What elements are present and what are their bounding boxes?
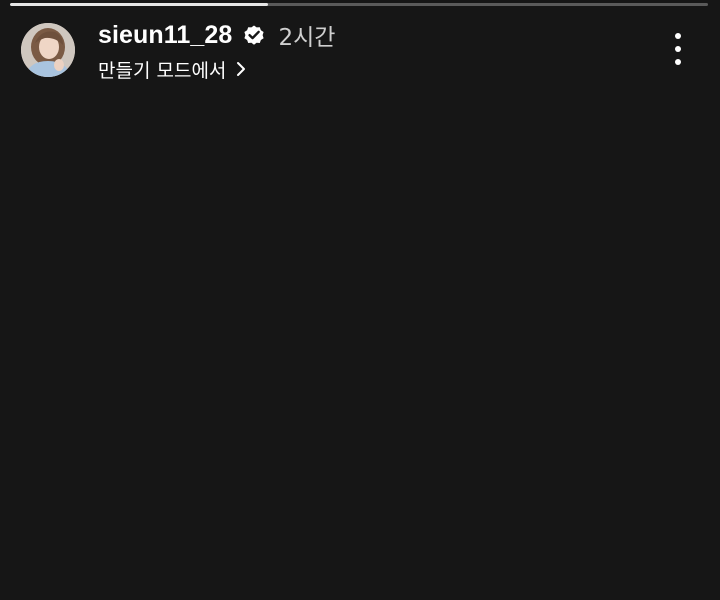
story-header: sieun11_28 2시간 [98, 18, 335, 52]
creation-mode-link[interactable]: 만들기 모드에서 [98, 55, 248, 83]
chevron-right-icon [234, 60, 248, 78]
avatar[interactable] [21, 23, 75, 77]
story-viewer[interactable]: sieun11_28 2시간 만들기 모드에서 [0, 0, 720, 600]
story-progress-bar [10, 3, 708, 6]
timestamp: 2시간 [278, 25, 336, 51]
username[interactable]: sieun11_28 [98, 21, 232, 50]
creation-mode-label: 만들기 모드에서 [98, 59, 227, 82]
avatar-photo [21, 23, 75, 77]
more-vertical-icon-dot [675, 46, 681, 52]
more-vertical-icon [675, 33, 681, 39]
story-progress-fill [10, 3, 269, 6]
verified-badge-icon [242, 23, 266, 47]
more-options-button[interactable] [664, 30, 692, 68]
more-vertical-icon-dot [675, 59, 681, 65]
story-content[interactable] [0, 100, 720, 600]
